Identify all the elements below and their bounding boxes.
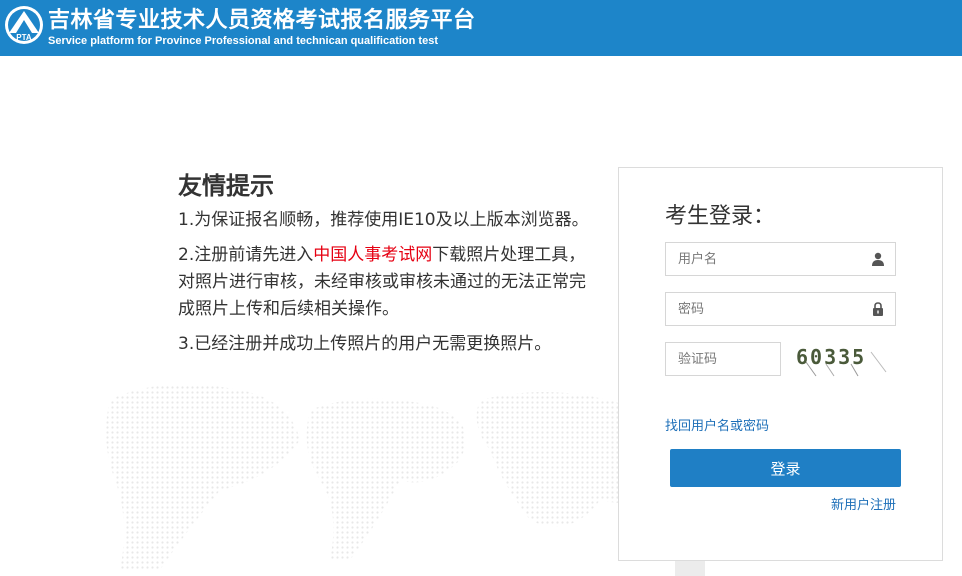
captcha-input[interactable]	[666, 343, 780, 375]
pta-logo-icon: PTA	[5, 6, 43, 44]
tips-section: 友情提示 1.为保证报名顺畅，推荐使用IE10及以上版本浏览器。 2.注册前请先…	[178, 166, 608, 366]
tip-item-2: 2.注册前请先进入中国人事考试网下载照片处理工具，对照片进行审核，未经审核或审核…	[178, 242, 598, 323]
site-header: PTA 吉林省专业技术人员资格考试报名服务平台 Service platform…	[0, 0, 962, 56]
captcha-image[interactable]: 60335	[796, 342, 896, 378]
captcha-text: 60335	[796, 345, 866, 369]
tip-item-3: 3.已经注册并成功上传照片的用户无需更换照片。	[178, 334, 552, 354]
register-link[interactable]: 新用户注册	[831, 494, 896, 513]
username-field	[665, 242, 896, 276]
password-input[interactable]	[666, 293, 895, 325]
cpta-link[interactable]: 中国人事考试网	[313, 245, 432, 265]
password-field	[665, 292, 896, 326]
lock-icon	[873, 302, 883, 316]
tip-item-2-before: 2.注册前请先进入	[178, 245, 314, 265]
forgot-password-link[interactable]: 找回用户名或密码	[665, 415, 769, 434]
login-title: 考生登录：	[665, 204, 776, 229]
login-panel: 考生登录： 60335 找回用户名或密码 登录 新用户注册	[618, 167, 943, 561]
tips-title: 友情提示	[178, 172, 274, 200]
username-input[interactable]	[666, 243, 895, 275]
login-button[interactable]: 登录	[670, 449, 901, 487]
site-title: 吉林省专业技术人员资格考试报名服务平台	[48, 8, 476, 33]
site-subtitle: Service platform for Province Profession…	[48, 35, 438, 47]
logo-text: PTA	[16, 33, 32, 42]
captcha-field	[665, 342, 781, 376]
tip-item-1: 1.为保证报名顺畅，推荐使用IE10及以上版本浏览器。	[178, 210, 589, 230]
user-icon	[872, 252, 884, 266]
